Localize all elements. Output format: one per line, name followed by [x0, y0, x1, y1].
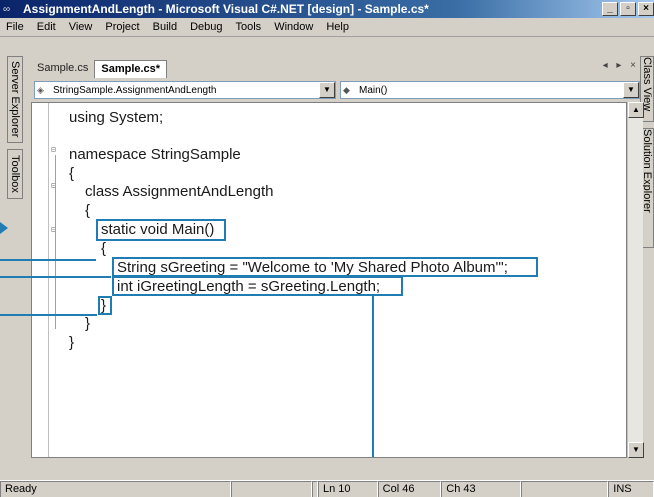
members-dropdown[interactable]: ◆ Main() ▼ [340, 81, 640, 99]
class-icon: ◈ [37, 84, 44, 95]
chevron-down-icon[interactable]: ▼ [319, 82, 335, 98]
callout-line-main [0, 259, 96, 261]
callout-line-vertical [372, 296, 374, 457]
tab-sample-cs-modified[interactable]: Sample.cs* [94, 60, 168, 78]
callout-box-close-brace [98, 296, 112, 315]
menu-help[interactable]: Help [326, 21, 349, 33]
editor-panel: Sample.cs Sample.cs* ◂ ▸ × ◈ StringSampl… [31, 56, 644, 458]
menu-edit[interactable]: Edit [37, 21, 56, 33]
menu-tools[interactable]: Tools [236, 21, 262, 33]
callout-box-assignment [112, 257, 538, 277]
menu-window[interactable]: Window [274, 21, 313, 33]
close-button[interactable]: × [638, 2, 654, 16]
menu-debug[interactable]: Debug [190, 21, 222, 33]
window-controls: _ ▫ × [600, 2, 654, 16]
status-blank-1 [230, 481, 313, 497]
vertical-scrollbar[interactable]: ▲ ▼ [627, 102, 644, 458]
menu-project[interactable]: Project [105, 21, 139, 33]
menu-view[interactable]: View [69, 21, 93, 33]
vs-app-icon: ∞ [3, 3, 11, 15]
callout-line-assignment [0, 276, 111, 278]
code-line-brace: { [85, 202, 91, 219]
status-blank-3 [520, 481, 609, 497]
server-explorer-tab[interactable]: Server Explorer [7, 56, 23, 143]
title-bar: ∞ AssignmentAndLength - Microsoft Visual… [0, 0, 654, 18]
tab-navigation-icons[interactable]: ◂ ▸ × [603, 60, 639, 71]
types-dropdown[interactable]: ◈ StringSample.AssignmentAndLength ▼ [34, 81, 336, 99]
menu-bar: File Edit View Project Build Debug Tools… [0, 18, 654, 37]
chevron-down-icon[interactable]: ▼ [623, 82, 639, 98]
callout-line-brace [0, 314, 97, 316]
code-line-brace: } [85, 315, 91, 332]
document-tabs: Sample.cs Sample.cs* ◂ ▸ × [31, 56, 643, 78]
menu-file[interactable]: File [6, 21, 24, 33]
status-bar: Ready Ln 10 Col 46 Ch 43 INS [0, 480, 654, 497]
menu-build[interactable]: Build [153, 21, 177, 33]
status-char: Ch 43 [441, 481, 521, 497]
tab-sample-cs[interactable]: Sample.cs [31, 60, 94, 78]
left-tool-strip: Server Explorer Toolbox [0, 56, 30, 456]
code-line-brace: } [69, 334, 75, 351]
status-column: Col 46 [377, 481, 442, 497]
method-icon: ◆ [343, 84, 350, 95]
status-ready: Ready [0, 481, 231, 497]
window-title: AssignmentAndLength - Microsoft Visual C… [23, 2, 429, 16]
members-dropdown-value: Main() [359, 84, 388, 96]
status-insert-mode: INS [608, 481, 654, 497]
code-line-brace: { [101, 240, 107, 257]
status-line: Ln 10 [318, 481, 378, 497]
outline-line [55, 155, 56, 329]
callout-box-length [112, 276, 403, 296]
code-line-class: class AssignmentAndLength [85, 183, 274, 200]
toolbox-tab[interactable]: Toolbox [7, 149, 23, 199]
collapse-icon[interactable]: ⊟ [51, 145, 56, 154]
gutter-divider [48, 103, 49, 457]
navigation-bar: ◈ StringSample.AssignmentAndLength ▼ ◆ M… [31, 79, 643, 101]
callout-box-main [96, 219, 226, 241]
code-line-brace: { [69, 165, 75, 182]
scroll-up-icon[interactable]: ▲ [628, 102, 644, 118]
code-line-using: using System; [69, 109, 164, 126]
code-line-namespace: namespace StringSample [69, 146, 241, 163]
callout-arrow-icon [0, 222, 8, 234]
code-editor[interactable]: ⊟ ⊟ ⊟ using System; namespace StringSamp… [31, 102, 627, 458]
minimize-button[interactable]: _ [602, 2, 618, 16]
types-dropdown-value: StringSample.AssignmentAndLength [53, 84, 217, 96]
maximize-button[interactable]: ▫ [620, 2, 636, 16]
scroll-down-icon[interactable]: ▼ [628, 442, 644, 458]
